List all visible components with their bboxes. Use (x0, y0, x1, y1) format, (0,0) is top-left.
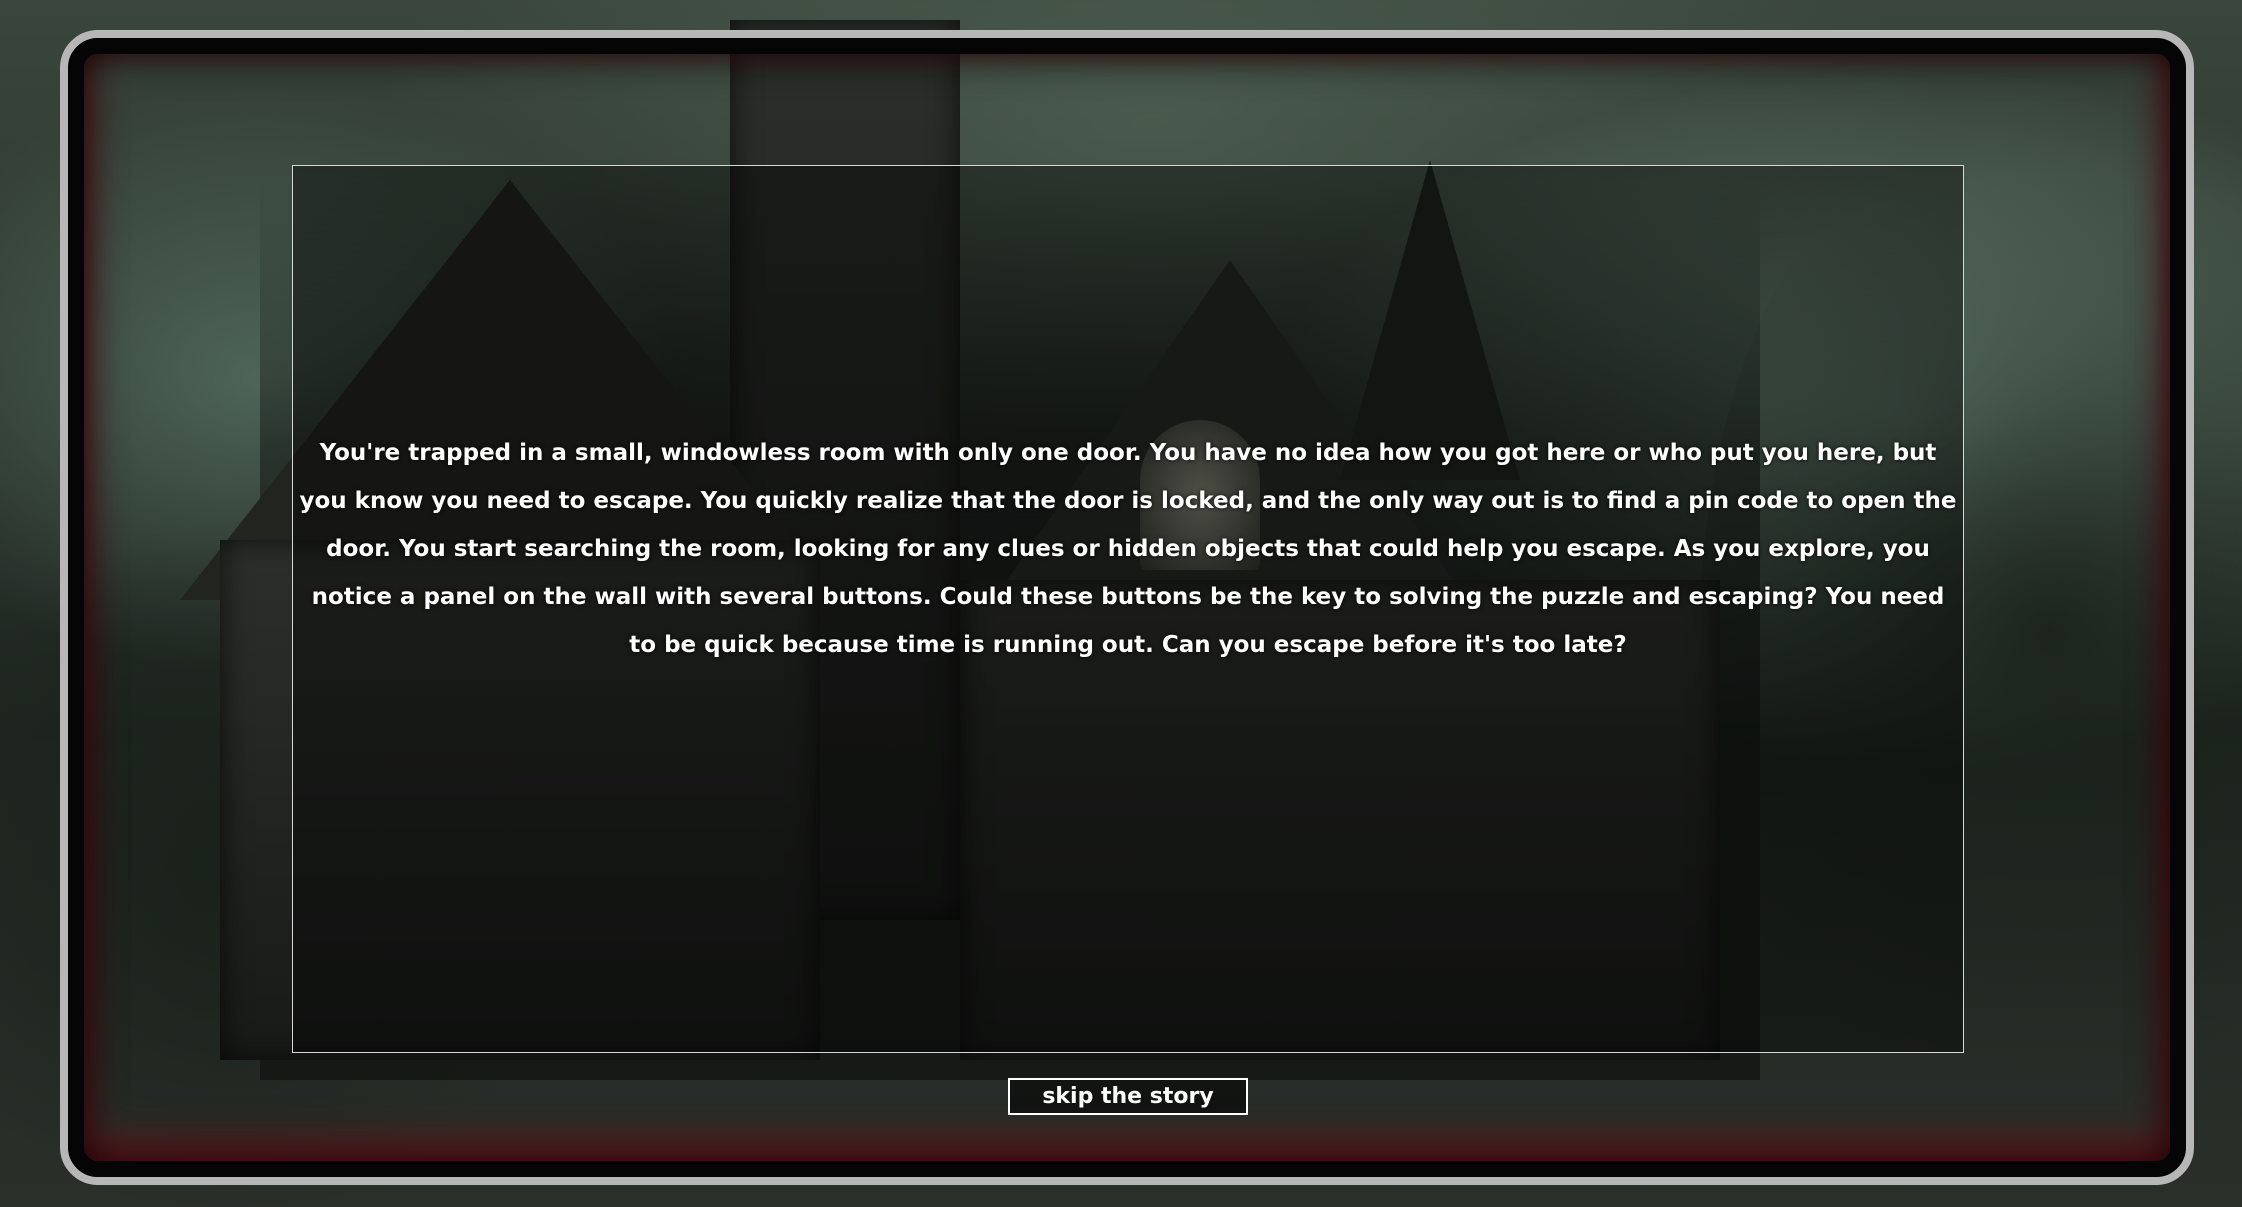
skip-story-button[interactable]: skip the story (1008, 1078, 1248, 1115)
story-panel: You're trapped in a small, windowless ro… (292, 165, 1964, 1053)
story-text: You're trapped in a small, windowless ro… (299, 440, 1957, 658)
